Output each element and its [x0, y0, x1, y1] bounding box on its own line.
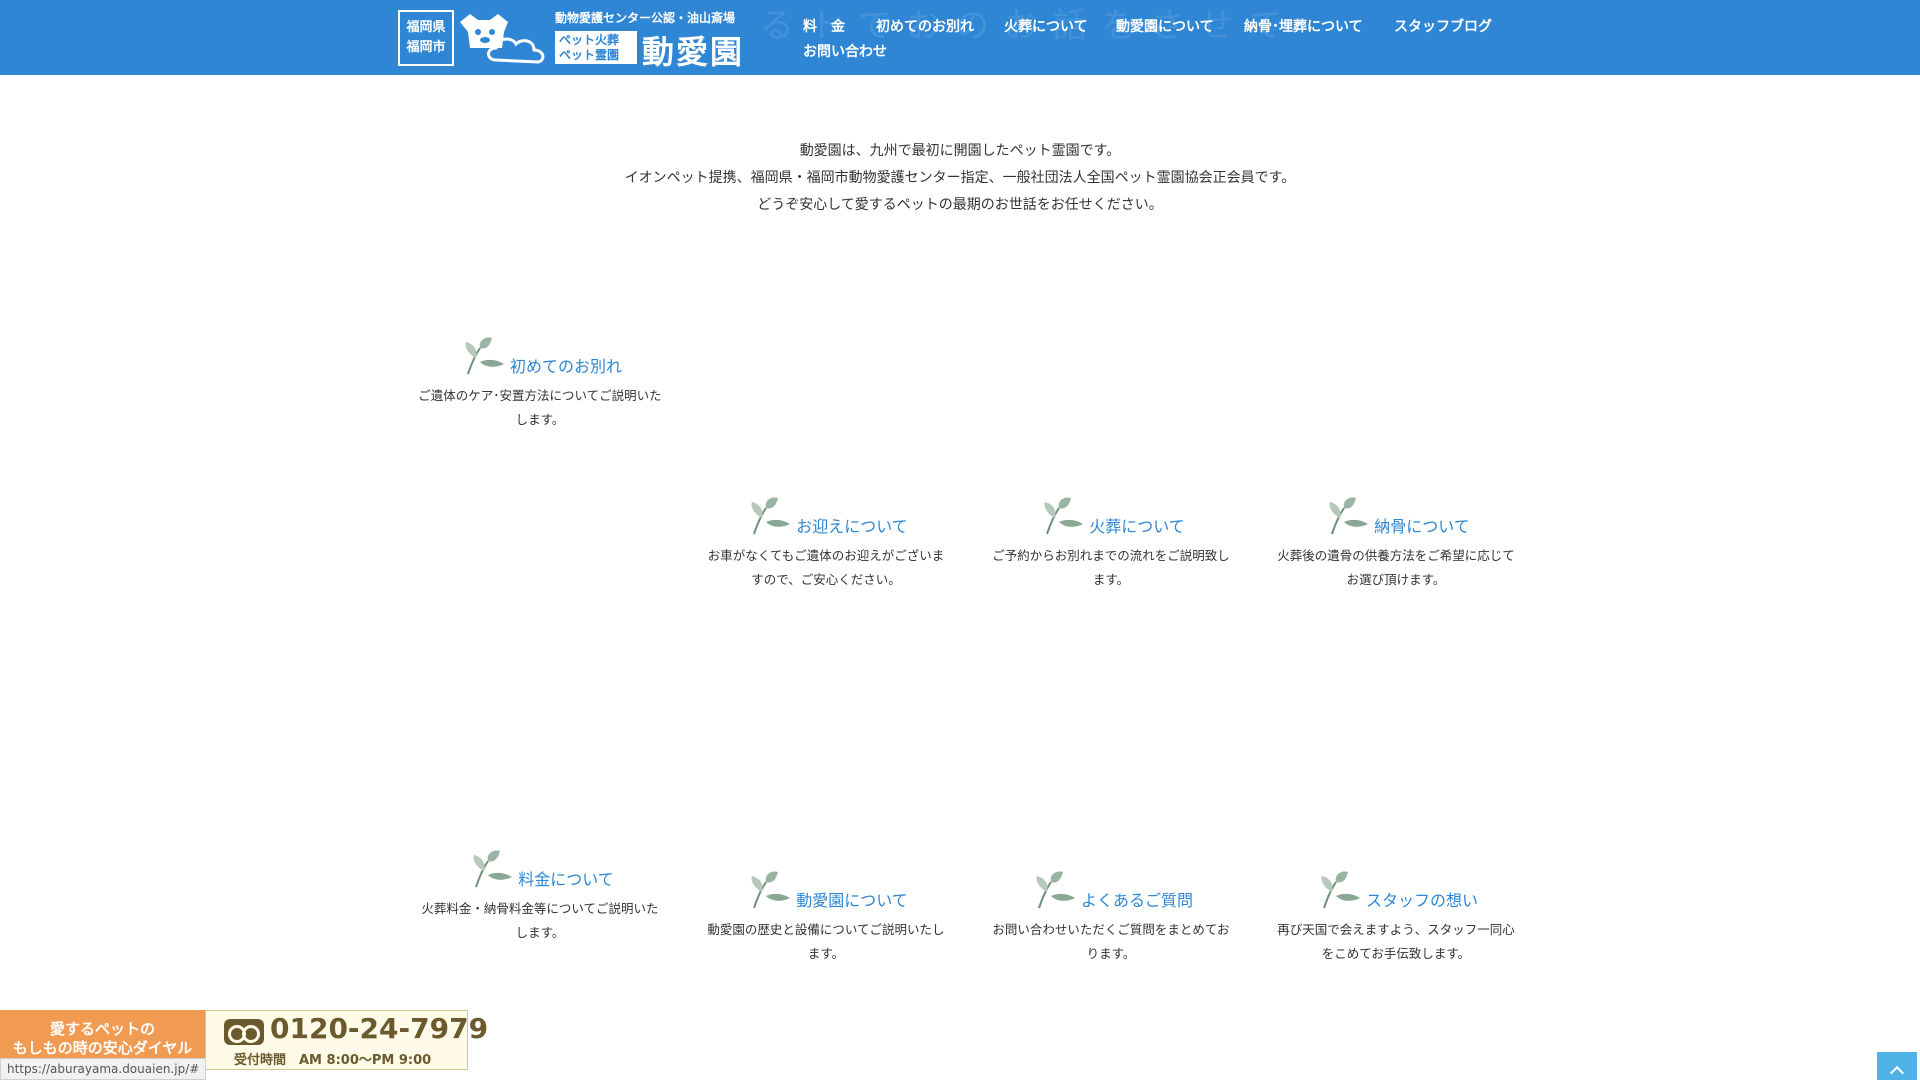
- leaf-icon: [473, 850, 513, 888]
- scroll-to-top-button[interactable]: [1877, 1052, 1917, 1080]
- free-dial-icon: [224, 1019, 264, 1045]
- card-title: お迎えについて: [796, 517, 908, 536]
- logo-badge: ペット火葬 ペット霊園: [555, 31, 637, 64]
- card-title: 料金について: [518, 870, 614, 889]
- card-description: お問い合わせいただくご質問をまとめております。: [992, 922, 1230, 961]
- nav-contact[interactable]: お問い合わせ: [803, 41, 887, 61]
- phone-tagline-line-1: 愛するペットの: [49, 1020, 155, 1038]
- card-about[interactable]: 動愛園について 動愛園の歴史と設備についてご説明いたします。: [696, 864, 956, 966]
- phone-number[interactable]: 0120-24-7979: [270, 1012, 488, 1045]
- card-interment[interactable]: 納骨について 火葬後の遺骨の供養方法をご希望に応じてお選び頂けます。: [1266, 490, 1526, 592]
- card-first-farewell[interactable]: 初めてのお別れ ご遺体のケア･安置方法についてご説明いたします。: [410, 330, 670, 432]
- region-badge-line-1: 福岡県: [406, 20, 446, 35]
- leaf-icon: [751, 871, 791, 909]
- card-staff-thoughts[interactable]: スタッフの想い 再び天国で会えますよう、スタッフ一同心をこめてお手伝致します。: [1266, 864, 1526, 966]
- nav-staff-blog[interactable]: スタッフブログ: [1394, 16, 1492, 36]
- region-badge[interactable]: 福岡県 福岡市: [398, 10, 454, 66]
- card-title: 初めてのお別れ: [509, 357, 622, 376]
- card-description: 再び天国で会えますよう、スタッフ一同心をこめてお手伝致します。: [1277, 922, 1515, 961]
- card-pickup[interactable]: お迎えについて お車がなくてもご遺体のお迎えがございますので、ご安心ください。: [696, 490, 956, 592]
- card-faq[interactable]: よくあるご質問 お問い合わせいただくご質問をまとめております。: [981, 864, 1241, 966]
- leaf-icon: [465, 337, 504, 375]
- site-header: る ト で お の お 話 を さ せ て 福岡県 福岡市 動物愛護センター公認…: [0, 0, 1920, 75]
- intro-text: 動愛園は、九州で最初に開園したペット霊園です。 イオンペット提携、福岡県・福岡市…: [0, 138, 1920, 219]
- logo-badge-line-2: ペット霊園: [559, 48, 620, 62]
- card-description: 動愛園の歴史と設備についてご説明いたします。: [707, 922, 945, 961]
- leaf-icon: [1044, 497, 1084, 535]
- leaf-icon: [1329, 497, 1369, 535]
- nav-about[interactable]: 動愛園について: [1116, 16, 1214, 36]
- card-title: よくあるご質問: [1080, 891, 1193, 910]
- card-title: 納骨について: [1374, 517, 1470, 536]
- logo-badge-line-1: ペット火葬: [559, 33, 620, 47]
- card-cremation[interactable]: 火葬について ご予約からお別れまでの流れをご説明致します。: [981, 490, 1241, 592]
- intro-line-3: どうぞ安心して愛するペットの最期のお世話をお任せください。: [757, 197, 1163, 213]
- dog-cloud-logo-icon[interactable]: [456, 8, 552, 68]
- card-description: ご予約からお別れまでの流れをご説明致します。: [992, 548, 1230, 587]
- card-description: 火葬後の遺骨の供養方法をご希望に応じてお選び頂けます。: [1277, 548, 1515, 587]
- card-description: 火葬料金・納骨料金等についてご説明いたします。: [421, 901, 659, 940]
- phone-hours: 受付時間 AM 8:00〜PM 9:00: [234, 1053, 432, 1068]
- nav-pricing[interactable]: 料 金: [803, 16, 845, 36]
- nav-first-farewell[interactable]: 初めてのお別れ: [876, 16, 974, 36]
- region-badge-line-2: 福岡市: [406, 40, 446, 55]
- card-title: 動愛園について: [796, 891, 908, 910]
- card-pricing[interactable]: 料金について 火葬料金・納骨料金等についてご説明いたします。: [410, 843, 670, 945]
- phone-info: 0120-24-7979 受付時間 AM 8:00〜PM 9:00: [205, 1010, 488, 1070]
- card-description: ご遺体のケア･安置方法についてご説明いたします。: [418, 388, 662, 427]
- leaf-icon: [1321, 871, 1360, 909]
- intro-line-1: 動愛園は、九州で最初に開園したペット霊園です。: [799, 143, 1121, 159]
- card-title: 火葬について: [1089, 517, 1185, 536]
- intro-line-2: イオンペット提携、福岡県・福岡市動物愛護センター指定、一般社団法人全国ペット霊園…: [624, 170, 1296, 186]
- phone-tagline-line-2: もしもの時の安心ダイヤル: [12, 1039, 193, 1057]
- logo-caption: 動物愛護センター公認・油山斎場: [555, 11, 736, 25]
- nav-burial[interactable]: 納骨･埋葬について: [1244, 16, 1363, 36]
- leaf-icon: [1036, 871, 1075, 909]
- leaf-icon: [751, 497, 791, 535]
- card-description: お車がなくてもご遺体のお迎えがございますので、ご安心ください。: [707, 548, 945, 587]
- nav-cremation[interactable]: 火葬について: [1004, 16, 1088, 36]
- site-logo-name[interactable]: 動愛園: [642, 27, 744, 73]
- status-bar-url: https://aburayama.douaien.jp/#: [0, 1058, 207, 1080]
- card-title: スタッフの想い: [1365, 891, 1478, 910]
